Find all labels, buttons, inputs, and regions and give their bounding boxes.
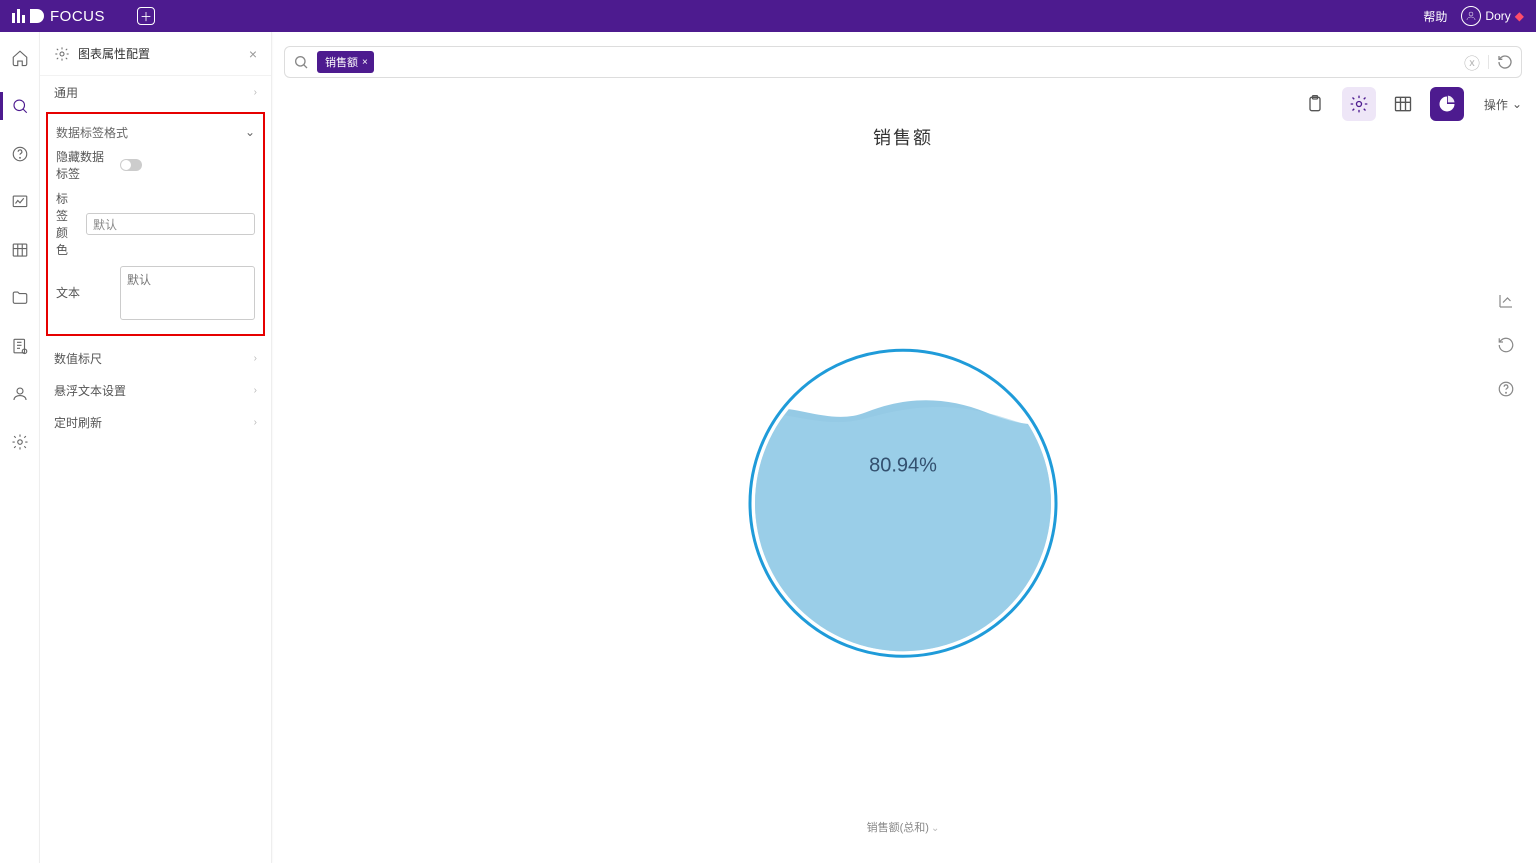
chart-title: 销售额 [284, 124, 1522, 150]
config-title: 图表属性配置 [78, 45, 241, 62]
side-tools [1490, 292, 1522, 398]
text-input[interactable] [120, 266, 255, 320]
rail-folder[interactable] [10, 288, 30, 308]
user-menu[interactable]: Dory ◆ [1461, 6, 1524, 26]
edit-axis-icon[interactable] [1497, 292, 1515, 310]
chart-legend[interactable]: 销售额(总和)⌄ [284, 819, 1522, 835]
rail-search[interactable] [10, 96, 30, 116]
chevron-down-icon: ⌄ [1512, 97, 1522, 111]
section-auto-refresh[interactable]: 定时刷新 › [40, 406, 271, 438]
rail-help[interactable] [10, 144, 30, 164]
liquid-fill-chart: 80.94% [746, 346, 1060, 665]
clipboard-button[interactable] [1298, 87, 1332, 121]
table-view-button[interactable] [1386, 87, 1420, 121]
search-bar[interactable]: 销售额 × ⓧ [284, 46, 1522, 78]
help-link[interactable]: 帮助 [1423, 8, 1447, 25]
clear-search-icon[interactable]: ⓧ [1464, 54, 1480, 70]
section-header[interactable]: 数据标签格式 ⌄ [54, 120, 257, 144]
chart-area: 销售额 80.94% 销售额(总和)⌄ [284, 122, 1522, 863]
chip-remove-icon[interactable]: × [362, 57, 368, 68]
chevron-right-icon: › [254, 385, 257, 396]
rail-table[interactable] [10, 240, 30, 260]
help-icon[interactable] [1497, 380, 1515, 398]
operations-menu[interactable]: 操作 ⌄ [1484, 96, 1522, 113]
chevron-right-icon: › [254, 353, 257, 364]
chevron-right-icon: › [254, 87, 257, 98]
app-name: FOCUS [50, 8, 105, 25]
chart-percent-label: 80.94% [869, 454, 937, 476]
rail-db[interactable] [10, 336, 30, 356]
section-hover-text[interactable]: 悬浮文本设置 › [40, 374, 271, 406]
text-label: 文本 [56, 266, 112, 301]
chevron-right-icon: › [254, 417, 257, 428]
section-general[interactable]: 通用 › [40, 76, 271, 108]
refresh-search-icon[interactable] [1497, 54, 1513, 70]
chart-toolbar: 操作 ⌄ [284, 78, 1522, 122]
section-value-scale[interactable]: 数值标尺 › [40, 342, 271, 374]
config-panel: 图表属性配置 × 通用 › 数据标签格式 ⌄ 隐藏数据标签 标签颜色 文本 [40, 32, 272, 863]
left-rail [0, 32, 40, 863]
user-name: Dory [1485, 9, 1510, 23]
refresh-icon[interactable] [1497, 336, 1515, 354]
rail-chart[interactable] [10, 192, 30, 212]
search-chip[interactable]: 销售额 × [317, 51, 374, 73]
gem-icon: ◆ [1515, 9, 1524, 23]
chevron-down-icon: ⌄ [245, 125, 255, 139]
rail-home[interactable] [10, 48, 30, 68]
logo[interactable]: FOCUS [12, 8, 105, 25]
rail-user[interactable] [10, 384, 30, 404]
avatar-icon [1461, 6, 1481, 26]
search-icon [293, 54, 309, 70]
label-color-input[interactable] [86, 213, 255, 235]
label-color-label: 标签颜色 [56, 190, 78, 258]
top-bar: FOCUS ＋ 帮助 Dory ◆ [0, 0, 1536, 32]
chevron-down-icon: ⌄ [931, 823, 939, 834]
gear-icon [54, 46, 70, 62]
close-icon[interactable]: × [249, 46, 257, 62]
section-data-label-format: 数据标签格式 ⌄ 隐藏数据标签 标签颜色 文本 [46, 112, 265, 336]
settings-button[interactable] [1342, 87, 1376, 121]
new-tab-button[interactable]: ＋ [137, 7, 155, 25]
main-area: 销售额 × ⓧ 操作 ⌄ 销售额 [272, 32, 1536, 863]
hide-data-label-toggle[interactable] [120, 159, 142, 171]
hide-data-label-label: 隐藏数据标签 [56, 148, 112, 182]
rail-settings[interactable] [10, 432, 30, 452]
pie-view-button[interactable] [1430, 87, 1464, 121]
